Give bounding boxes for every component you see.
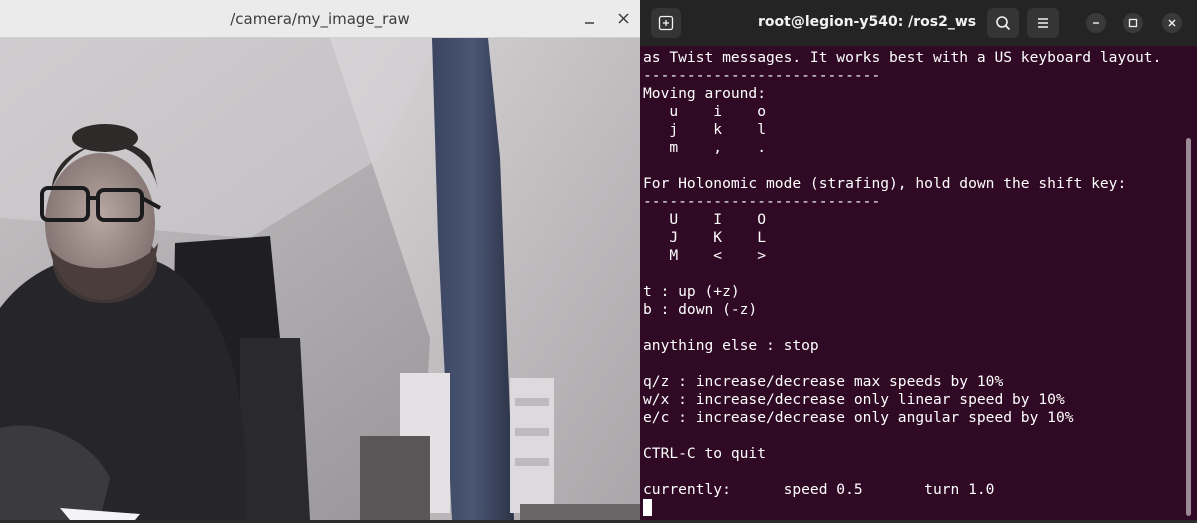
terminal-line: q/z : increase/decrease max speeds by 10… bbox=[643, 373, 1004, 390]
terminal-line: as Twist messages. It works best with a … bbox=[643, 49, 1162, 66]
maximize-icon[interactable] bbox=[1123, 13, 1143, 33]
close-icon[interactable] bbox=[616, 11, 632, 27]
camera-image bbox=[0, 38, 640, 520]
terminal-line: --------------------------- bbox=[643, 193, 881, 210]
terminal-line: currently: speed 0.5 turn 1.0 bbox=[643, 481, 995, 498]
close-icon[interactable] bbox=[1162, 13, 1182, 33]
camera-window: /camera/my_image_raw bbox=[0, 0, 640, 520]
terminal-window: root@legion-y540: /ros2_ws as Twist mess… bbox=[640, 0, 1197, 520]
search-icon[interactable] bbox=[987, 8, 1019, 38]
terminal-cursor-line bbox=[643, 499, 1183, 517]
terminal-line: w/x : increase/decrease only linear spee… bbox=[643, 391, 1065, 408]
terminal-line: e/c : increase/decrease only angular spe… bbox=[643, 409, 1074, 426]
terminal-title: root@legion-y540: /ros2_ws bbox=[758, 14, 977, 30]
terminal-line: Moving around: bbox=[643, 85, 767, 102]
terminal-line: m , . bbox=[643, 139, 767, 156]
terminal-line: t : up (+z) bbox=[643, 283, 740, 300]
terminal-output[interactable]: as Twist messages. It works best with a … bbox=[643, 46, 1183, 523]
terminal-line: --------------------------- bbox=[643, 67, 881, 84]
hamburger-menu-icon[interactable] bbox=[1027, 8, 1059, 38]
terminal-line: CTRL-C to quit bbox=[643, 445, 767, 462]
terminal-line: U I O bbox=[643, 211, 767, 228]
terminal-headerbar[interactable]: root@legion-y540: /ros2_ws bbox=[640, 0, 1197, 46]
terminal-cursor bbox=[643, 499, 652, 516]
terminal-line: For Holonomic mode (strafing), hold down… bbox=[643, 175, 1127, 192]
terminal-line: j k l bbox=[643, 121, 767, 138]
terminal-line: M < > bbox=[643, 247, 767, 264]
terminal-line: b : down (-z) bbox=[643, 301, 758, 318]
terminal-line: J K L bbox=[643, 229, 767, 246]
minimize-icon[interactable] bbox=[1086, 13, 1106, 33]
terminal-line: u i o bbox=[643, 103, 767, 120]
minimize-icon[interactable] bbox=[582, 11, 598, 27]
terminal-line: anything else : stop bbox=[643, 337, 819, 354]
terminal-scrollbar[interactable] bbox=[1186, 138, 1191, 516]
camera-window-title: /camera/my_image_raw bbox=[230, 10, 410, 28]
new-tab-icon[interactable] bbox=[651, 8, 681, 38]
camera-titlebar[interactable]: /camera/my_image_raw bbox=[0, 0, 640, 38]
